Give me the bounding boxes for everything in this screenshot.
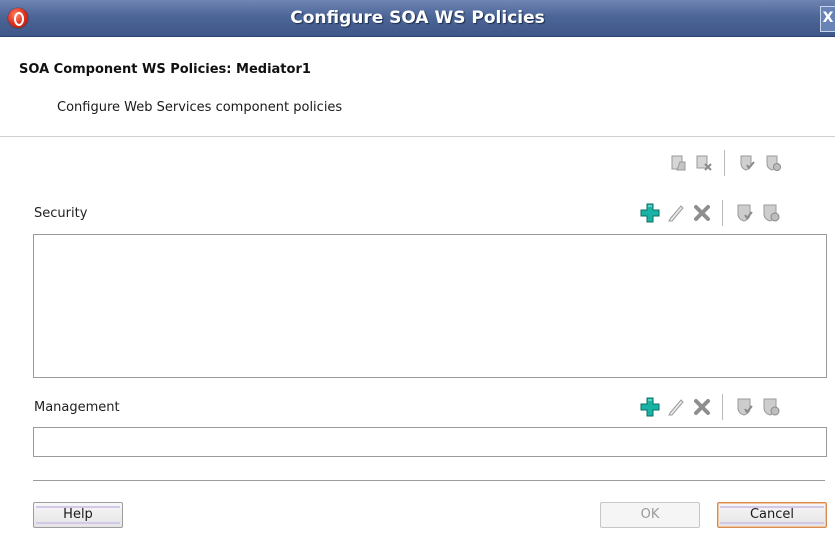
dialog-title: Configure SOA WS Policies [290,8,545,28]
delete-icon[interactable] [692,397,712,417]
add-icon[interactable] [640,397,660,417]
security-toolbar [640,200,787,226]
management-label: Management [34,400,120,415]
toolbar-divider [722,394,723,420]
close-button[interactable]: X [820,6,835,32]
edit-icon[interactable] [666,203,686,223]
header-divider [0,136,835,137]
enable-policy-icon[interactable] [737,153,757,173]
disable-shield-icon[interactable] [761,203,781,223]
toolbar-divider [724,150,725,176]
management-toolbar [640,394,787,420]
add-icon[interactable] [640,203,660,223]
cancel-button-label: Cancel [749,507,795,522]
help-button[interactable]: Help [33,502,123,528]
security-policy-list[interactable] [33,234,827,378]
page-description: Configure Web Services component policie… [57,100,343,115]
disable-shield-icon[interactable] [761,397,781,417]
enable-shield-icon[interactable] [735,397,755,417]
delete-icon[interactable] [692,203,712,223]
security-label: Security [34,206,88,221]
management-policy-list[interactable] [33,427,827,457]
toolbar-divider [722,200,723,226]
cancel-button[interactable]: Cancel [717,502,827,528]
ok-button[interactable]: OK [600,502,700,528]
help-button-label: Help [63,507,93,522]
detach-policy-icon[interactable] [694,153,714,173]
enable-shield-icon[interactable] [735,203,755,223]
edit-icon[interactable] [666,397,686,417]
disable-policy-icon[interactable] [763,153,783,173]
dialog-title-bar: Configure SOA WS Policies X [0,0,835,37]
attach-policy-icon[interactable] [668,153,688,173]
page-subtitle: SOA Component WS Policies: Mediator1 [19,62,311,77]
policy-toolbar [668,150,789,176]
footer-divider [33,480,825,481]
ok-button-label: OK [640,507,660,522]
